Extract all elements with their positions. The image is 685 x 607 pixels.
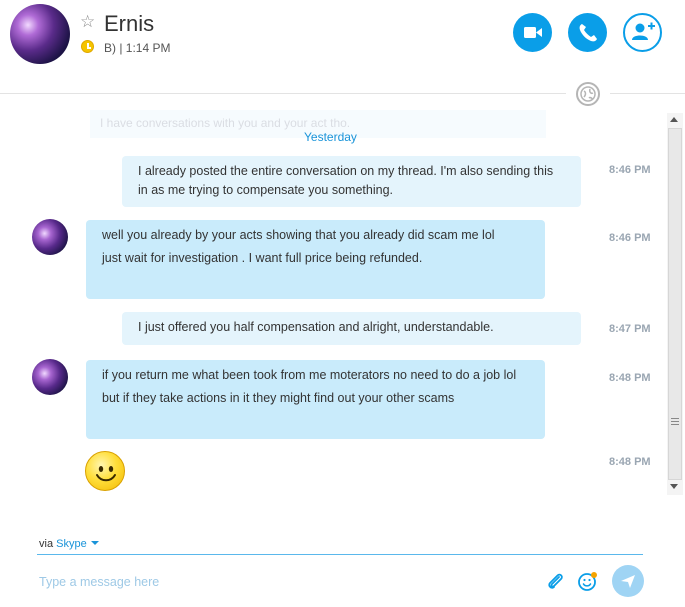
paperclip-icon [548, 573, 563, 589]
scrollbar-grip-icon [671, 418, 679, 427]
message-bubble-outgoing[interactable]: I just offered you half compensation and… [122, 312, 581, 345]
contact-name[interactable]: Ernis [104, 11, 154, 37]
chevron-down-icon[interactable] [90, 541, 99, 545]
globe-icon[interactable] [576, 82, 600, 106]
contact-mood: B) | 1:14 PM [104, 41, 171, 55]
send-button[interactable] [612, 565, 644, 597]
smile-emoticon-icon[interactable] [85, 451, 125, 491]
conversation-header: ☆ Ernis B) | 1:14 PM [0, 0, 685, 94]
scrollbar-thumb[interactable] [668, 128, 682, 480]
message-time: 8:46 PM [609, 232, 651, 244]
message-time: 8:48 PM [609, 456, 651, 468]
message-time: 8:47 PM [609, 323, 651, 335]
send-via-selector[interactable]: via Skype [39, 538, 99, 550]
faded-previous-text: I have conversations with you and your a… [100, 116, 351, 130]
compose-divider [37, 554, 643, 555]
message-input[interactable] [37, 570, 527, 594]
message-text: I already posted the entire conversation… [138, 164, 554, 197]
message-time: 8:46 PM [609, 164, 651, 176]
contact-avatar-small[interactable] [32, 359, 68, 395]
video-camera-icon [524, 27, 542, 38]
via-service[interactable]: Skype [56, 538, 87, 550]
contact-avatar[interactable] [10, 4, 70, 64]
message-bubble-incoming[interactable]: well you already by your acts showing th… [86, 220, 545, 299]
scroll-up-arrow-icon[interactable] [670, 117, 678, 122]
smiley-icon [578, 572, 597, 591]
emoticon-button[interactable] [577, 570, 599, 597]
audio-call-button[interactable] [568, 13, 607, 52]
message-bubble-incoming[interactable]: if you return me what been took from me … [86, 360, 545, 439]
attach-file-button[interactable] [544, 571, 566, 598]
scroll-down-arrow-icon[interactable] [670, 484, 678, 489]
favorite-star-icon[interactable]: ☆ [80, 13, 95, 30]
add-person-icon [632, 22, 655, 40]
via-label: via [39, 538, 54, 550]
add-people-button[interactable] [623, 13, 662, 52]
message-time: 8:48 PM [609, 372, 651, 384]
message-text: well you already by your acts showing th… [102, 228, 495, 242]
message-text: just wait for investigation . I want ful… [102, 251, 423, 265]
message-text: I just offered you half compensation and… [138, 320, 494, 334]
day-separator: Yesterday [304, 130, 357, 144]
message-bubble-outgoing[interactable]: I already posted the entire conversation… [122, 156, 581, 207]
send-arrow-icon [621, 575, 635, 588]
header-divider-right [610, 93, 685, 94]
video-call-button[interactable] [513, 13, 552, 52]
contact-avatar-small[interactable] [32, 219, 68, 255]
header-divider [0, 93, 566, 94]
message-text: but if they take actions in it they migh… [102, 391, 455, 405]
away-status-icon [81, 40, 94, 53]
message-text: if you return me what been took from me … [102, 368, 517, 382]
phone-icon [579, 24, 597, 42]
